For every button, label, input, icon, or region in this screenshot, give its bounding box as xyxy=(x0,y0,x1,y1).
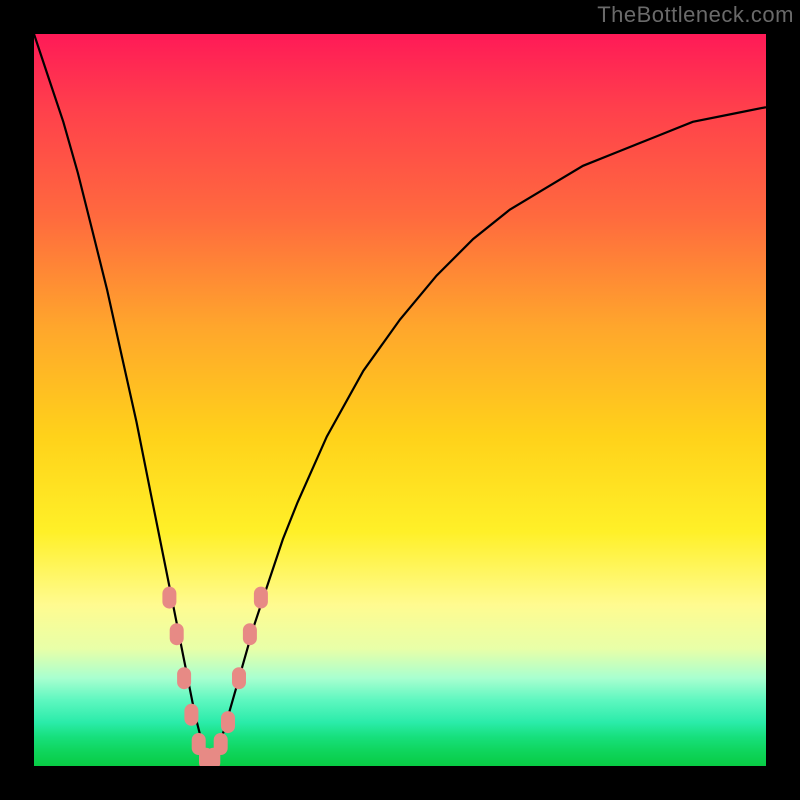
curve-svg xyxy=(34,34,766,766)
marker-dot xyxy=(232,667,246,689)
marker-dot xyxy=(184,704,198,726)
marker-group xyxy=(162,587,268,766)
marker-dot xyxy=(254,587,268,609)
chart-container: TheBottleneck.com xyxy=(0,0,800,800)
bottleneck-curve xyxy=(34,34,766,766)
watermark-text: TheBottleneck.com xyxy=(597,2,794,28)
marker-dot xyxy=(214,733,228,755)
marker-dot xyxy=(177,667,191,689)
plot-area xyxy=(34,34,766,766)
marker-dot xyxy=(221,711,235,733)
marker-dot xyxy=(162,587,176,609)
marker-dot xyxy=(170,623,184,645)
marker-dot xyxy=(243,623,257,645)
